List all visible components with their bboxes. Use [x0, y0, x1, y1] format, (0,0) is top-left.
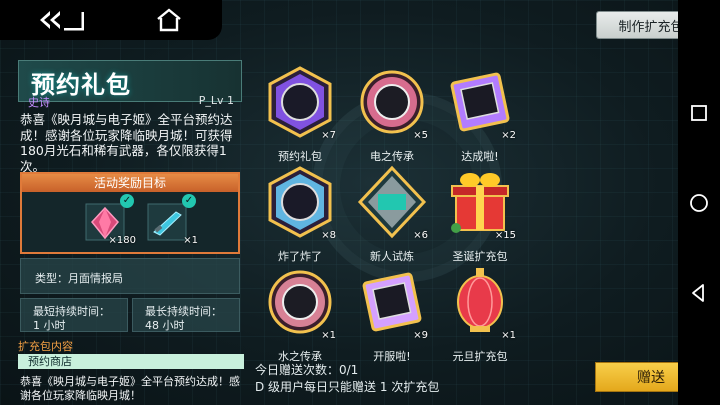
- gift-count-text: 今日赠送次数：0/1: [255, 363, 359, 377]
- rarity-label: 史诗: [28, 96, 50, 109]
- type-box: 类型：月面情报局: [20, 258, 240, 294]
- rare-weapon-icon: [147, 203, 187, 241]
- top-bar: [0, 0, 222, 40]
- pack-description: 恭喜《映月城与电子姬》全平台预约达成！感谢各位玩家降临映月城！可获得180月光石…: [20, 112, 233, 174]
- system-nav-bar: [678, 0, 720, 405]
- back-button[interactable]: [26, 6, 90, 34]
- gift-rule-text: D 级用户每日只能赠送 1 次扩充包: [255, 380, 440, 394]
- level-label: P_Lv 1: [198, 94, 234, 107]
- recent-apps-icon: [691, 105, 707, 121]
- pack-count: ×1: [321, 330, 336, 341]
- contents-label: 扩充包内容: [18, 340, 73, 353]
- pack-count: ×8: [321, 230, 336, 241]
- reward-item-weapon[interactable]: ✓ ×1: [146, 194, 198, 246]
- pack-count: ×6: [413, 230, 428, 241]
- system-home-button[interactable]: [688, 192, 710, 214]
- triangle-back-icon: [692, 284, 704, 302]
- pack-item[interactable]: ×5 电之传承: [350, 62, 434, 166]
- pack-count: ×15: [494, 230, 516, 241]
- pack-item[interactable]: ×9 开服啦!: [350, 262, 434, 366]
- pack-count: ×1: [501, 330, 516, 341]
- home-icon: [157, 8, 181, 32]
- reward-count: ×180: [108, 235, 136, 246]
- pack-item[interactable]: ×6 新人试炼: [350, 162, 434, 266]
- pack-item[interactable]: ×7 预约礼包: [258, 62, 342, 166]
- reward-item-moonstone[interactable]: ✓ ×180: [84, 194, 136, 246]
- check-icon: ✓: [182, 194, 196, 208]
- max-duration-value: 48 小时: [145, 319, 185, 332]
- pack-count: ×2: [501, 130, 516, 141]
- pack-item[interactable]: ×15 圣诞扩充包: [438, 162, 522, 266]
- type-text: 类型：月面情报局: [35, 272, 123, 285]
- circle-home-icon: [690, 194, 708, 212]
- rarity-row: 史诗 P_Lv 1: [18, 92, 242, 110]
- pack-count: ×5: [413, 130, 428, 141]
- reward-header: 活动奖励目标: [22, 174, 238, 192]
- system-back-button[interactable]: [688, 282, 710, 304]
- back-arrow-icon: [40, 11, 84, 31]
- pack-item[interactable]: ×1 元旦扩充包: [438, 262, 522, 366]
- pack-detail-panel: 预约礼包 史诗 P_Lv 1 恭喜《映月城与电子姬》全平台预约达成！感谢各位玩家…: [14, 46, 244, 405]
- reward-count: ×1: [183, 235, 198, 246]
- pack-name: 元旦扩充包: [452, 350, 508, 363]
- gift-stats: 今日赠送次数：0/1 D 级用户每日只能赠送 1 次扩充包: [255, 362, 439, 396]
- check-icon: ✓: [120, 194, 134, 208]
- pack-count: ×7: [321, 130, 336, 141]
- pack-item[interactable]: ×1 水之传承: [258, 262, 342, 366]
- shop-tag: 预约商店: [18, 354, 244, 369]
- pack-count: ×9: [413, 330, 428, 341]
- min-duration-box: 最短持续时间： 1 小时: [20, 298, 128, 332]
- min-duration-value: 1 小时: [33, 319, 66, 332]
- max-duration-box: 最长持续时间： 48 小时: [132, 298, 240, 332]
- pack-item[interactable]: ×8 炸了炸了: [258, 162, 342, 266]
- reward-target-box: 活动奖励目标 ✓ ×180 ✓ ×1: [20, 172, 240, 254]
- home-button[interactable]: [152, 6, 186, 34]
- pack-item[interactable]: ×2 达成啦!: [438, 62, 522, 166]
- recent-apps-button[interactable]: [688, 102, 710, 124]
- bottom-description: 恭喜《映月城与电子姬》全平台预约达成！感谢各位玩家降临映月城！: [20, 375, 240, 402]
